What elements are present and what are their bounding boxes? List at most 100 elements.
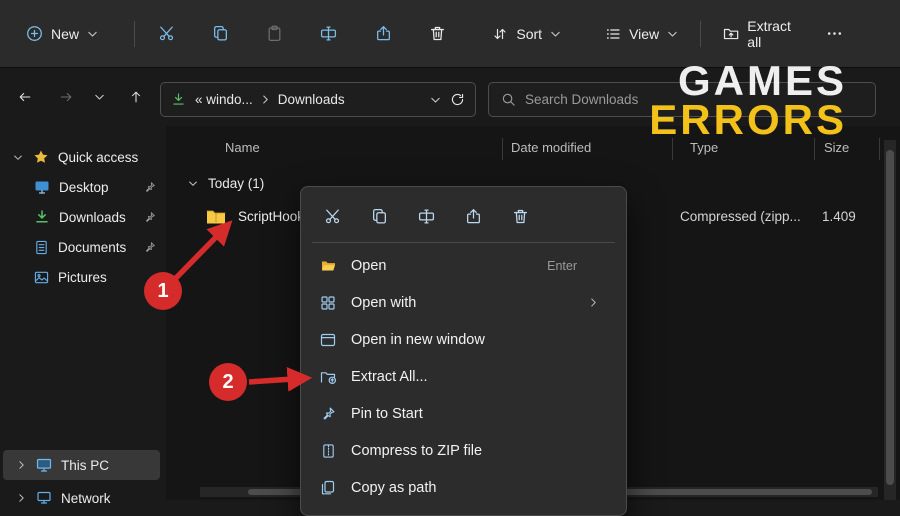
- menu-item-open-with[interactable]: Open with: [306, 284, 621, 321]
- desktop-icon: [34, 179, 50, 195]
- cut-icon: [324, 208, 341, 225]
- refresh-icon[interactable]: [450, 92, 465, 107]
- more-options-button[interactable]: [816, 16, 854, 52]
- arrow-back-icon: [17, 90, 33, 104]
- sidebar-item-downloads[interactable]: Downloads: [0, 202, 166, 232]
- more-icon: [826, 25, 843, 42]
- documents-icon: [34, 240, 49, 255]
- copy-icon: [212, 25, 229, 42]
- breadcrumb-downloads[interactable]: Downloads: [278, 92, 345, 107]
- sidebar-item-desktop[interactable]: Desktop: [0, 172, 166, 202]
- paste-button[interactable]: [255, 16, 293, 52]
- up-button[interactable]: [119, 81, 153, 113]
- group-label: Today (1): [208, 176, 264, 191]
- breadcrumb-overflow[interactable]: « windo...: [195, 92, 253, 107]
- share-button[interactable]: [455, 199, 492, 233]
- menu-item-copy-as-path[interactable]: Copy as path: [306, 469, 621, 506]
- forward-button[interactable]: [49, 81, 83, 113]
- menu-item-label: Copy as path: [351, 480, 609, 496]
- sidebar-item-label: Documents: [58, 240, 126, 255]
- copy-button[interactable]: [361, 199, 398, 233]
- menu-item-label: Compress to ZIP file: [351, 443, 609, 459]
- network-icon: [36, 490, 52, 506]
- toolbar-divider: [134, 21, 135, 47]
- sidebar-item-quick-access[interactable]: Quick access: [0, 142, 166, 172]
- sidebar-item-pictures[interactable]: Pictures: [0, 262, 166, 292]
- file-type: Compressed (zipp...: [680, 209, 801, 224]
- address-dropdown-icon[interactable]: [430, 96, 441, 104]
- column-header-date-modified[interactable]: Date modified: [511, 140, 591, 160]
- new-window-icon: [318, 332, 338, 348]
- copy-icon: [371, 208, 388, 225]
- rename-button[interactable]: [310, 16, 348, 52]
- address-bar[interactable]: « windo... Downloads: [160, 82, 476, 117]
- extract-all-icon: [318, 369, 338, 385]
- search-box: [488, 82, 876, 117]
- chevron-right-icon[interactable]: [15, 460, 27, 470]
- zip-folder-icon: [206, 208, 226, 225]
- pin-icon: [318, 406, 338, 421]
- column-header-size[interactable]: Size: [824, 140, 849, 160]
- vertical-scrollbar-thumb[interactable]: [886, 150, 894, 485]
- sidebar-item-label: Desktop: [59, 180, 109, 195]
- arrow-forward-icon: [58, 90, 74, 104]
- search-input[interactable]: [525, 92, 863, 107]
- context-menu-divider: [312, 242, 615, 243]
- menu-shortcut: Enter: [547, 259, 577, 273]
- menu-item-pin-to-start[interactable]: Pin to Start: [306, 395, 621, 432]
- sidebar-item-label: Downloads: [59, 210, 126, 225]
- menu-item-open[interactable]: Open Enter: [306, 247, 621, 284]
- sidebar-item-network[interactable]: Network: [3, 483, 160, 513]
- rename-button[interactable]: [408, 199, 445, 233]
- group-header-today[interactable]: Today (1): [188, 171, 264, 195]
- column-divider[interactable]: [879, 138, 880, 160]
- menu-item-label: Extract All...: [351, 369, 609, 385]
- command-bar: New Sort View Extract all: [0, 0, 900, 68]
- delete-button[interactable]: [418, 16, 456, 52]
- menu-item-open-in-new-window[interactable]: Open in new window: [306, 321, 621, 358]
- sidebar-item-this-pc[interactable]: This PC: [3, 450, 160, 480]
- cut-button[interactable]: [314, 199, 351, 233]
- column-header-name[interactable]: Name: [225, 140, 260, 160]
- extract-all-button[interactable]: Extract all: [713, 10, 816, 58]
- open-with-icon: [318, 295, 338, 311]
- file-size: 1.409: [822, 209, 856, 224]
- view-button[interactable]: View: [595, 18, 688, 50]
- back-button[interactable]: [8, 81, 42, 113]
- view-icon: [605, 26, 621, 42]
- share-button[interactable]: [364, 16, 402, 52]
- delete-button[interactable]: [502, 199, 539, 233]
- column-divider[interactable]: [814, 138, 815, 160]
- cut-icon: [158, 25, 175, 42]
- sidebar-item-label: This PC: [61, 458, 109, 473]
- recent-locations-button[interactable]: [86, 81, 112, 113]
- chevron-down-icon[interactable]: [12, 154, 24, 161]
- column-divider[interactable]: [502, 138, 503, 160]
- chevron-right-icon[interactable]: [15, 493, 27, 503]
- sidebar: Quick access Desktop Downloads Documents…: [0, 126, 166, 500]
- column-header-type[interactable]: Type: [690, 140, 718, 160]
- downloads-location-icon: [171, 92, 186, 107]
- open-folder-icon: [318, 258, 338, 273]
- chevron-down-icon: [550, 30, 561, 38]
- pictures-icon: [34, 270, 49, 285]
- share-icon: [465, 208, 482, 225]
- menu-item-extract-all[interactable]: Extract All...: [306, 358, 621, 395]
- sidebar-item-label: Pictures: [58, 270, 107, 285]
- downloads-icon: [34, 209, 50, 225]
- trash-icon: [512, 208, 529, 225]
- arrow-up-icon: [129, 89, 143, 105]
- cut-button[interactable]: [147, 16, 185, 52]
- copy-button[interactable]: [201, 16, 239, 52]
- sort-button[interactable]: Sort: [482, 18, 571, 50]
- rename-icon: [320, 25, 337, 42]
- column-divider[interactable]: [672, 138, 673, 160]
- sidebar-item-label: Network: [61, 491, 111, 506]
- sidebar-item-documents[interactable]: Documents: [0, 232, 166, 262]
- menu-item-compress-to-zip[interactable]: Compress to ZIP file: [306, 432, 621, 469]
- copy-as-path-icon: [318, 480, 338, 496]
- new-button[interactable]: New: [16, 17, 108, 50]
- vertical-scrollbar[interactable]: [884, 140, 896, 500]
- context-menu-icon-row: [306, 192, 621, 240]
- view-button-label: View: [629, 26, 659, 42]
